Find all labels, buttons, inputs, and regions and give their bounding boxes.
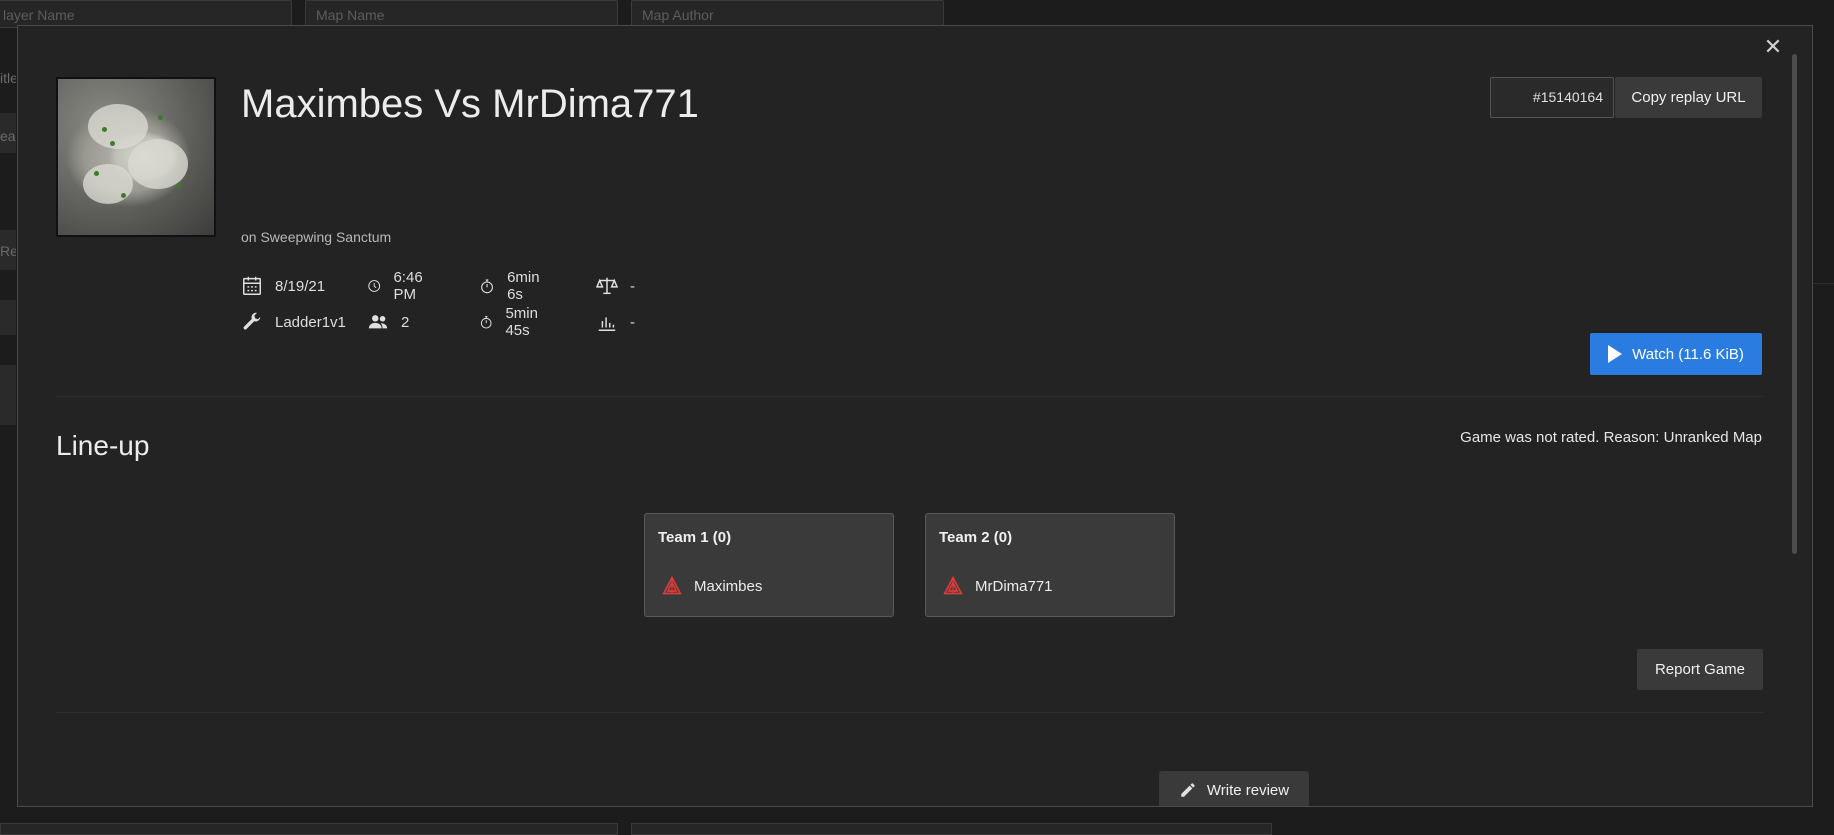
player-name: MrDima771 [975, 577, 1053, 595]
info-quality: - [596, 310, 635, 334]
lineup-heading: Line-up [56, 430, 150, 461]
bg-divider [1812, 283, 1834, 284]
stopwatch-icon [481, 279, 493, 294]
team-name: Team 1 (0) [658, 529, 732, 546]
duration-value: 6min 6s [507, 269, 540, 303]
map-name-filter[interactable]: Map Name [305, 0, 618, 28]
clock-icon [368, 280, 381, 292]
close-icon[interactable]: ✕ [1762, 36, 1784, 58]
section-divider [56, 396, 1763, 397]
play-icon [1608, 345, 1623, 363]
replay-id-field[interactable]: #15140164 [1490, 77, 1614, 118]
section-divider [56, 712, 1763, 713]
bg-bottom-field[interactable] [0, 823, 618, 835]
bg-bottom-field[interactable] [631, 823, 1272, 835]
map-author-filter[interactable]: Map Author [631, 0, 944, 28]
date-value: 8/19/21 [275, 277, 326, 295]
info-real-duration: 5min 45s [479, 305, 546, 339]
bg-block [0, 365, 16, 425]
scale-icon [596, 277, 618, 295]
report-game-button[interactable]: Report Game [1637, 649, 1763, 690]
bar-chart-icon [598, 317, 616, 331]
player-name: Maximbes [694, 577, 763, 595]
team-card: Team 1 (0) Maximbes [644, 513, 894, 617]
info-time: 6:46 PM [367, 269, 430, 303]
bg-fragment: Re [0, 243, 16, 259]
replay-detail-dialog: ✕ Maximbes Vs MrDima771 on Sweepwing San… [17, 25, 1813, 807]
stopwatch-icon [480, 316, 492, 329]
replay-title: Maximbes Vs MrDima771 [241, 82, 699, 126]
info-duration: 6min 6s [479, 269, 546, 303]
team-card: Team 2 (0) MrDima771 [925, 513, 1175, 617]
cybran-icon [662, 576, 682, 595]
info-mod: Ladder1v1 [241, 310, 346, 334]
copy-replay-url-button[interactable]: Copy replay URL [1615, 77, 1762, 118]
map-preview [56, 77, 216, 237]
watch-button[interactable]: Watch (11.6 KiB) [1590, 333, 1762, 375]
watch-label: Watch (11.6 KiB) [1632, 345, 1744, 363]
cybran-icon [943, 576, 963, 595]
write-review-button[interactable]: Write review [1159, 771, 1309, 806]
info-players: 2 [367, 310, 409, 334]
players-value: 2 [401, 313, 410, 331]
bg-fragment: itle [0, 70, 16, 86]
rating-value: - [630, 277, 635, 295]
player-entry[interactable]: Maximbes [662, 576, 762, 596]
quality-value: - [630, 313, 635, 331]
player-entry[interactable]: MrDima771 [943, 576, 1053, 596]
real-duration-value: 5min 45s [505, 305, 538, 339]
write-review-label: Write review [1206, 781, 1290, 799]
team-name: Team 2 (0) [939, 529, 1013, 546]
pencil-icon [1181, 783, 1195, 797]
mod-value: Ladder1v1 [275, 313, 346, 331]
time-value: 6:46 PM [393, 269, 423, 303]
rating-note: Game was not rated. Reason: Unranked Map [1460, 429, 1762, 446]
bg-block [0, 300, 16, 335]
info-date: 8/19/21 [241, 274, 325, 298]
people-icon [368, 315, 388, 329]
player-name-filter[interactable]: layer Name [0, 0, 292, 28]
map-name: on Sweepwing Sanctum [241, 229, 392, 245]
calendar-icon [243, 276, 261, 295]
wrench-icon [243, 312, 261, 330]
background-sidebar: itle ead Re [0, 30, 16, 805]
scrollbar[interactable] [1792, 54, 1797, 554]
bg-fragment: ead [0, 128, 16, 144]
info-rating: - [596, 274, 635, 298]
